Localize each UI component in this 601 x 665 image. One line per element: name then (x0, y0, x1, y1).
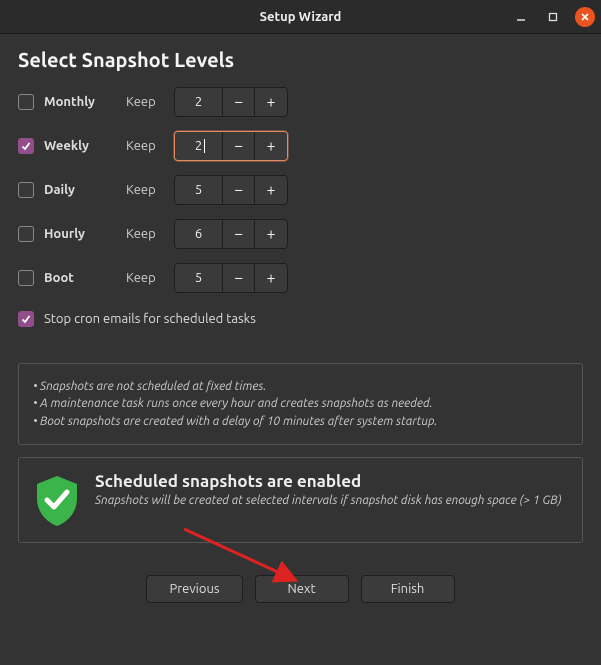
stop-cron-checkbox[interactable] (18, 311, 34, 327)
daily-label: Daily (44, 183, 116, 197)
hourly-increment-button[interactable]: + (255, 220, 287, 248)
titlebar: Setup Wizard (0, 0, 601, 34)
shield-check-icon (33, 474, 81, 528)
weekly-checkbox[interactable] (18, 138, 34, 154)
next-button[interactable]: Next (255, 575, 349, 603)
minimize-button[interactable] (511, 7, 531, 27)
status-subtitle: Snapshots will be created at selected in… (95, 493, 562, 509)
status-text: Scheduled snapshots are enabled Snapshot… (95, 472, 562, 509)
monthly-keep-label: Keep (126, 95, 164, 109)
info-line: • Snapshots are not scheduled at fixed t… (33, 378, 568, 395)
monthly-keep-value[interactable]: 2 (175, 88, 223, 116)
boot-keep-label: Keep (126, 271, 164, 285)
monthly-label: Monthly (44, 95, 116, 109)
hourly-keep-label: Keep (126, 227, 164, 241)
daily-keep-value[interactable]: 5 (175, 176, 223, 204)
boot-label: Boot (44, 271, 116, 285)
monthly-increment-button[interactable]: + (255, 88, 287, 116)
info-box: • Snapshots are not scheduled at fixed t… (18, 363, 583, 445)
level-row-weekly: Weekly Keep 2−+ (18, 131, 583, 161)
weekly-keep-label: Keep (126, 139, 164, 153)
level-row-daily: Daily Keep 5−+ (18, 175, 583, 205)
info-line: • Boot snapshots are created with a dela… (33, 413, 568, 430)
weekly-keep-stepper[interactable]: 2−+ (174, 131, 288, 161)
level-row-hourly: Hourly Keep 6−+ (18, 219, 583, 249)
wizard-buttons: Previous Next Finish (18, 575, 583, 603)
previous-button[interactable]: Previous (146, 575, 242, 603)
daily-keep-label: Keep (126, 183, 164, 197)
weekly-decrement-button[interactable]: − (223, 132, 255, 160)
boot-checkbox[interactable] (18, 270, 34, 286)
info-line: • A maintenance task runs once every hou… (33, 395, 568, 412)
close-button[interactable] (575, 7, 595, 27)
monthly-checkbox[interactable] (18, 94, 34, 110)
hourly-keep-value[interactable]: 6 (175, 220, 223, 248)
snapshot-levels-list: MonthlyKeep2−+WeeklyKeep2−+DailyKeep5−+H… (18, 87, 583, 293)
stop-cron-row: Stop cron emails for scheduled tasks (18, 311, 583, 327)
daily-decrement-button[interactable]: − (223, 176, 255, 204)
hourly-checkbox[interactable] (18, 226, 34, 242)
maximize-button[interactable] (543, 7, 563, 27)
window-title: Setup Wizard (260, 10, 342, 24)
boot-keep-value[interactable]: 5 (175, 264, 223, 292)
weekly-increment-button[interactable]: + (255, 132, 287, 160)
weekly-keep-value[interactable]: 2 (175, 132, 223, 160)
daily-checkbox[interactable] (18, 182, 34, 198)
weekly-label: Weekly (44, 139, 116, 153)
daily-keep-stepper[interactable]: 5−+ (174, 175, 288, 205)
boot-increment-button[interactable]: + (255, 264, 287, 292)
status-title: Scheduled snapshots are enabled (95, 472, 562, 491)
status-box: Scheduled snapshots are enabled Snapshot… (18, 457, 583, 543)
boot-keep-stepper[interactable]: 5−+ (174, 263, 288, 293)
window-controls (511, 7, 595, 27)
monthly-keep-stepper[interactable]: 2−+ (174, 87, 288, 117)
page-title: Select Snapshot Levels (18, 48, 583, 71)
stop-cron-label: Stop cron emails for scheduled tasks (44, 312, 256, 326)
hourly-label: Hourly (44, 227, 116, 241)
monthly-decrement-button[interactable]: − (223, 88, 255, 116)
level-row-monthly: Monthly Keep 2−+ (18, 87, 583, 117)
level-row-boot: Boot Keep 5−+ (18, 263, 583, 293)
hourly-decrement-button[interactable]: − (223, 220, 255, 248)
hourly-keep-stepper[interactable]: 6−+ (174, 219, 288, 249)
daily-increment-button[interactable]: + (255, 176, 287, 204)
finish-button[interactable]: Finish (361, 575, 455, 603)
boot-decrement-button[interactable]: − (223, 264, 255, 292)
